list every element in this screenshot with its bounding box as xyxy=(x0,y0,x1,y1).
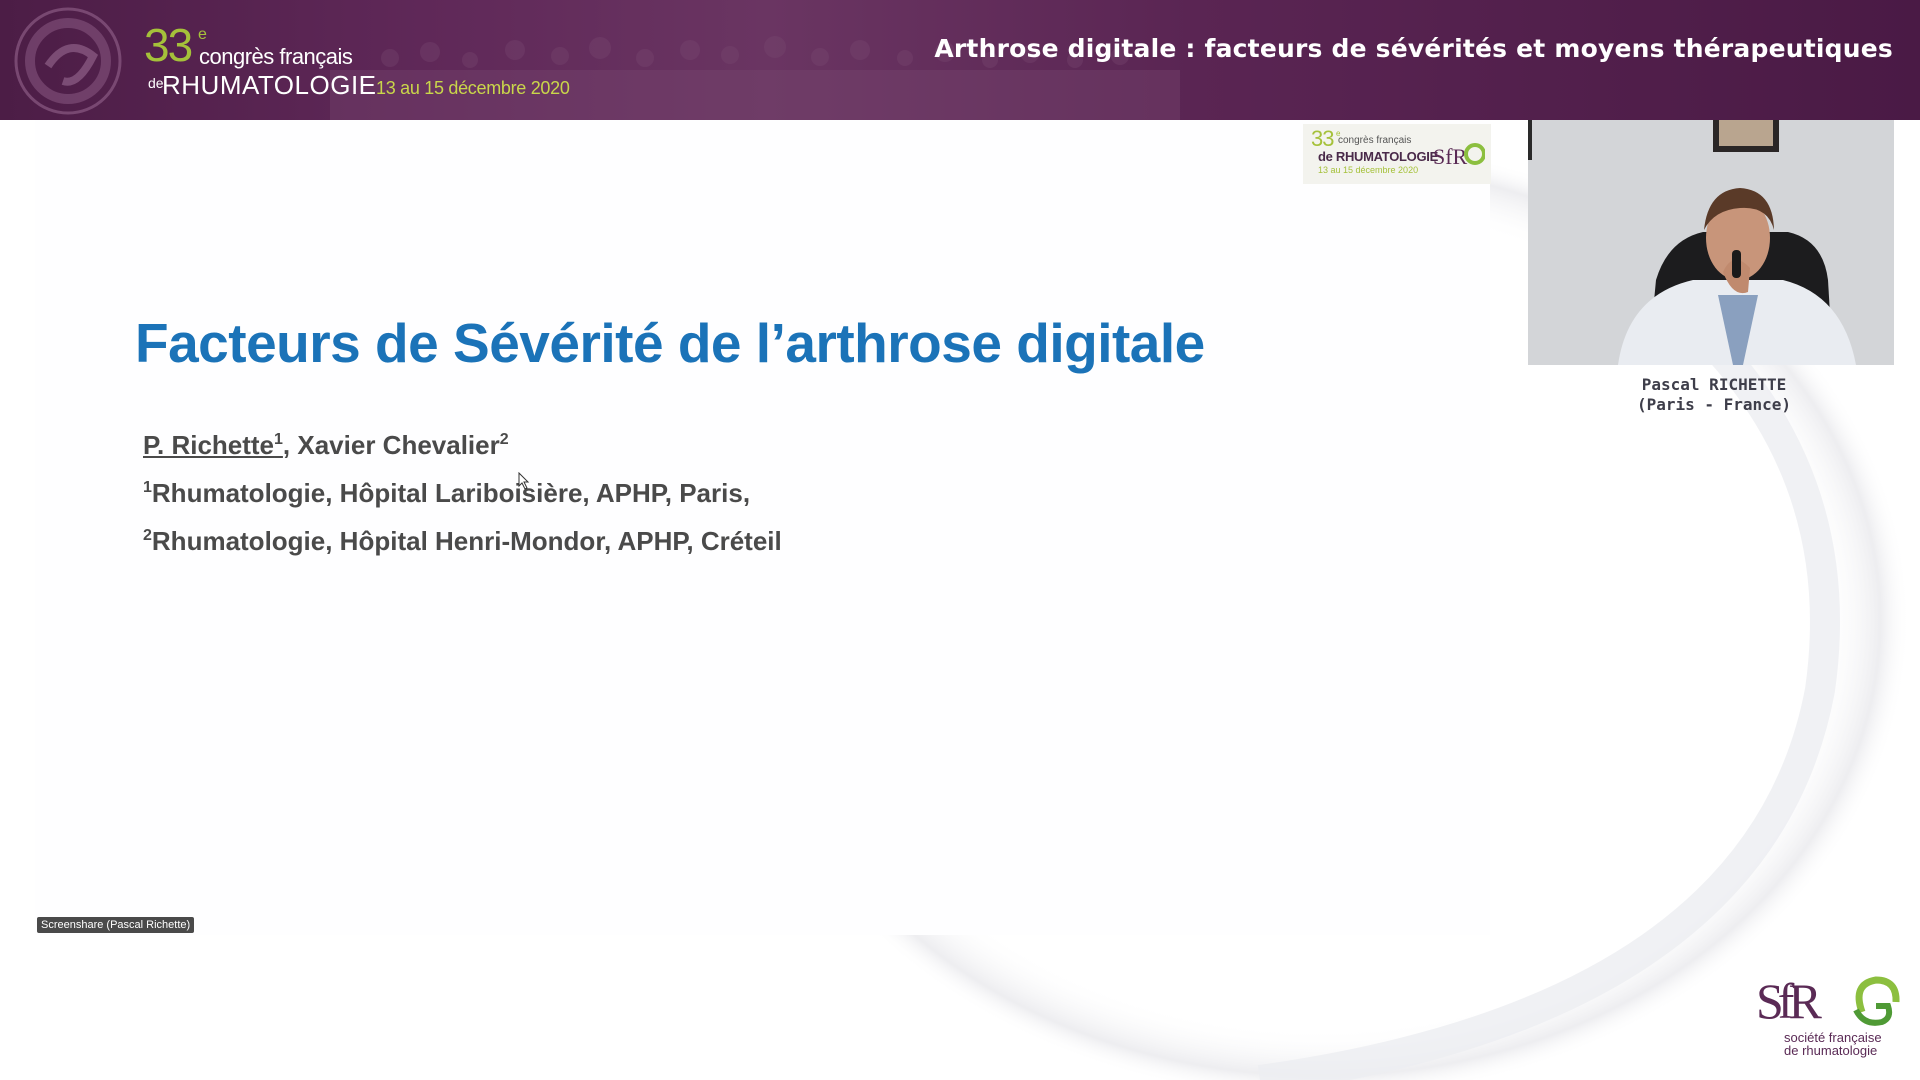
mouse-cursor-icon xyxy=(518,472,530,490)
congress-number: 33 xyxy=(144,19,193,71)
sfr-caption-line2: de rhumatologie xyxy=(1784,1043,1878,1058)
congress-dates: 13 au 15 décembre 2020 xyxy=(376,78,570,98)
speaker-location: (Paris - France) xyxy=(1636,395,1792,414)
speaker-video-feed xyxy=(1528,120,1894,365)
screenshare-slide: 33 e congrès français de RHUMATOLOGIE 13… xyxy=(35,120,1491,935)
slide-title: Facteurs de Sévérité de l’arthrose digit… xyxy=(135,312,1205,374)
sfr-logo-icon: SfR xyxy=(1433,143,1485,169)
svg-text:SfR: SfR xyxy=(1433,144,1468,169)
svg-text:SfR: SfR xyxy=(1756,973,1822,1029)
speaker-name: Pascal RICHETTE xyxy=(1641,375,1787,394)
congress-name: RHUMATOLOGIE xyxy=(162,70,377,100)
author-2-superscript: 2 xyxy=(499,431,509,448)
congress-text: congrès français xyxy=(199,44,353,69)
slide-logo-dates: 13 au 15 décembre 2020 xyxy=(1318,165,1419,175)
author-2: Xavier Chevalier xyxy=(290,430,500,460)
slide-congress-logo: 33 e congrès français de RHUMATOLOGIE 13… xyxy=(1303,124,1491,184)
slide-logo-number: 33 xyxy=(1311,126,1335,151)
speaker-video-image xyxy=(1528,120,1894,365)
screenshare-label: Screenshare (Pascal Richette) xyxy=(37,917,195,933)
affiliation-2: 2Rhumatologie, Hôpital Henri-Mondor, APH… xyxy=(143,526,782,556)
slide-logo-text: congrès français xyxy=(1338,135,1412,146)
congress-logo-icon xyxy=(14,7,122,115)
author-1: P. Richette1, xyxy=(143,430,291,460)
speaker-caption: Pascal RICHETTE (Paris - France) xyxy=(1528,375,1900,415)
congress-superscript: e xyxy=(198,26,207,43)
affiliation-1: 1Rhumatologie, Hôpital Lariboisière, APH… xyxy=(143,478,751,508)
slide-authors: P. Richette1, Xavier Chevalier2 xyxy=(143,430,509,460)
congress-banner: 33 e congrès français de RHUMATOLOGIE 13… xyxy=(0,0,1920,120)
slide-logo-name: de RHUMATOLOGIE xyxy=(1318,149,1438,164)
talk-title: Arthrose digitale : facteurs de sévérité… xyxy=(934,34,1893,63)
